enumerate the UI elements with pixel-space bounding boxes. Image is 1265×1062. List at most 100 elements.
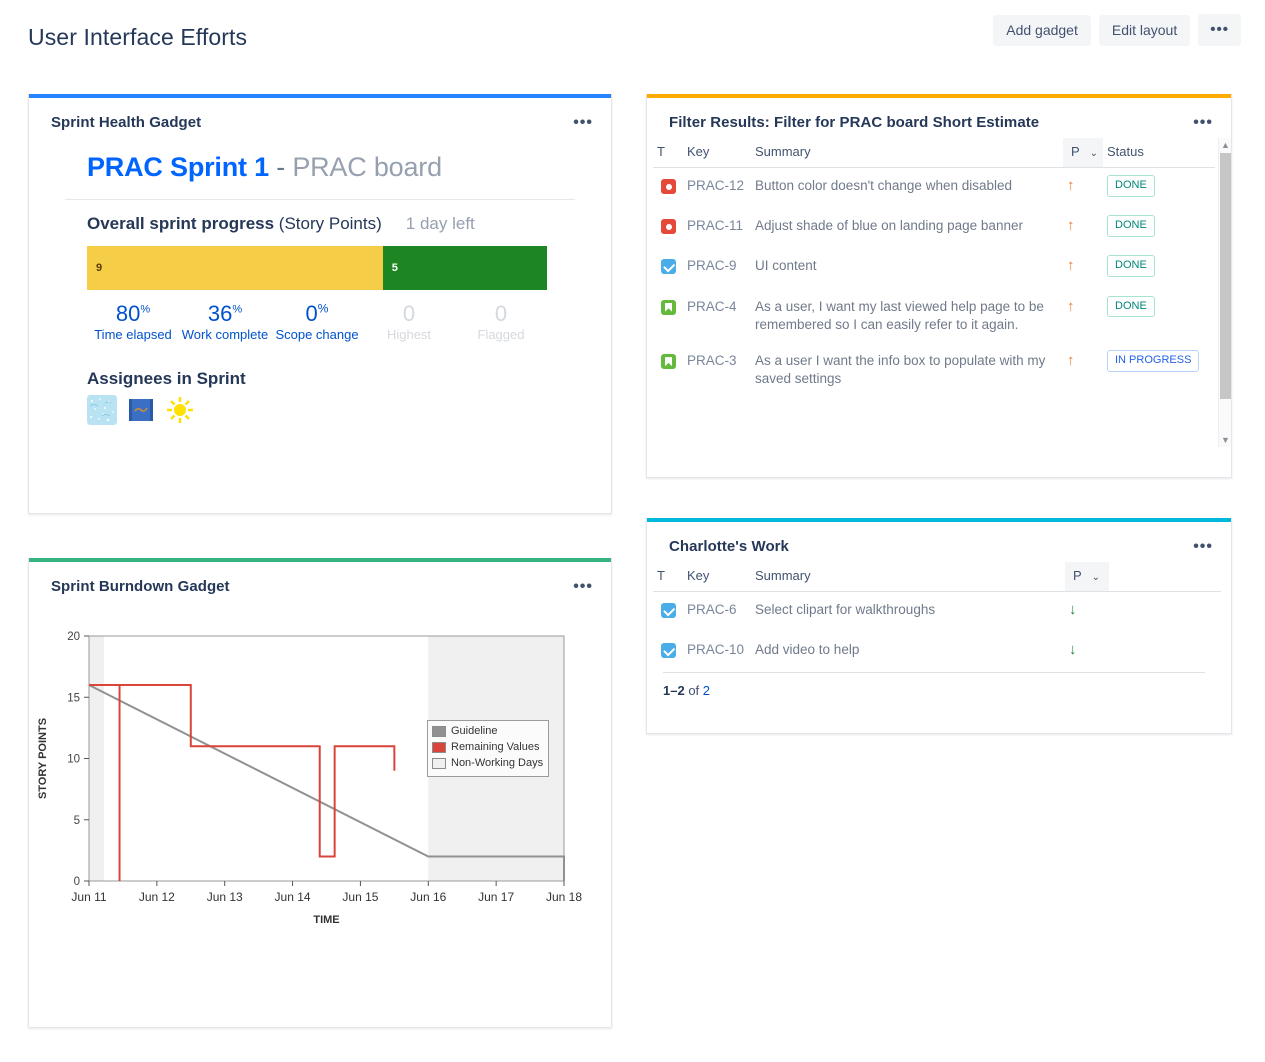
sprint-name-link[interactable]: PRAC Sprint 1 [87, 152, 269, 182]
dashboard-more-menu-button[interactable]: ••• [1198, 14, 1241, 46]
issue-summary-link[interactable]: As a user I want the info box to populat… [751, 343, 1063, 397]
issue-key-link[interactable]: PRAC-4 [683, 289, 751, 343]
svg-text:20: 20 [67, 631, 80, 643]
bug-icon [661, 179, 676, 194]
sprint-heading: PRAC Sprint 1 - PRAC board [65, 146, 575, 199]
task-icon [661, 643, 676, 659]
svg-text:5: 5 [74, 815, 80, 827]
divider [65, 199, 575, 200]
column-header-priority[interactable]: P ⌄ [1065, 562, 1109, 592]
filter-results-gadget: Filter Results: Filter for PRAC board Sh… [646, 94, 1232, 478]
column-header-summary[interactable]: Summary [751, 562, 1065, 592]
table-row[interactable]: PRAC-12 Button color doesn't change when … [653, 168, 1215, 209]
table-row[interactable]: PRAC-11 Adjust shade of blue on landing p… [653, 208, 1215, 248]
issue-type-cell [653, 592, 683, 633]
column-header-type[interactable]: T [653, 562, 683, 592]
issue-key-link[interactable]: PRAC-3 [683, 343, 751, 397]
gadget-menu-button[interactable]: ••• [569, 577, 597, 597]
legend-swatch [432, 758, 446, 770]
progress-bar-remaining: 9 [87, 246, 383, 290]
issue-status-cell: IN PROGRESS [1103, 343, 1215, 397]
issue-key-link[interactable]: PRAC-6 [683, 592, 751, 633]
issue-summary-link[interactable]: As a user, I want my last viewed help pa… [751, 289, 1063, 343]
scroll-up-icon[interactable]: ▲ [1219, 138, 1232, 152]
table-row[interactable]: PRAC-3 As a user I want the info box to p… [653, 343, 1215, 397]
svg-text:Jun 15: Jun 15 [342, 890, 378, 904]
sprint-stat-label: Time elapsed [94, 327, 172, 343]
sprint-progress-header: Overall sprint progress (Story Points) 1… [65, 214, 575, 234]
story-icon [661, 354, 676, 370]
issue-priority-cell: ↑ [1063, 343, 1103, 397]
issue-key-link[interactable]: PRAC-9 [683, 248, 751, 288]
svg-text:TIME: TIME [313, 914, 339, 926]
avatar-blue-texture[interactable] [87, 395, 117, 426]
issue-status-cell: DONE [1103, 208, 1215, 248]
edit-layout-button[interactable]: Edit layout [1098, 14, 1191, 46]
chart-legend: Guideline Remaining Values Non-Working Day… [427, 720, 550, 777]
column-header-spacer [1109, 562, 1221, 592]
column-header-key[interactable]: Key [683, 562, 751, 592]
task-icon [661, 259, 676, 275]
gadget-menu-button[interactable]: ••• [1189, 537, 1217, 557]
gadget-header: Filter Results: Filter for PRAC board Sh… [647, 98, 1231, 138]
filter-results-table-wrap: T Key Summary P ⌄ Status PRAC-12 Button co… [647, 138, 1231, 447]
priority-high-arrow-icon: ↑ [1067, 217, 1075, 235]
gadget-header: Charlotte's Work ••• [647, 522, 1231, 562]
scrollbar-thumb[interactable] [1220, 153, 1231, 399]
legend-swatch [432, 742, 446, 754]
priority-low-arrow-icon: ↓ [1069, 641, 1077, 659]
filter-results-scroll-area[interactable]: T Key Summary P ⌄ Status PRAC-12 Button co… [653, 138, 1215, 447]
issue-summary-link[interactable]: Button color doesn't change when disable… [751, 168, 1063, 209]
status-badge: DONE [1107, 215, 1155, 237]
sprint-stat-flagged: 0 Flagged [455, 301, 547, 343]
column-header-status[interactable]: Status [1103, 138, 1215, 168]
avatar-yellow-sun[interactable] [165, 395, 195, 426]
priority-high-arrow-icon: ↑ [1067, 257, 1075, 275]
board-name: PRAC board [292, 152, 442, 182]
issue-priority-cell: ↑ [1063, 248, 1103, 288]
charlottes-work-table: T Key Summary P ⌄ PRAC-6 Select clipart fo… [653, 562, 1221, 672]
filter-results-table: T Key Summary P ⌄ Status PRAC-12 Button co… [653, 138, 1215, 398]
gadget-header: Sprint Health Gadget ••• [29, 98, 611, 138]
column-header-priority-label: P [1071, 144, 1080, 159]
status-badge: DONE [1107, 295, 1155, 318]
sprint-stat-value: 0 [402, 301, 416, 326]
issue-type-cell [653, 248, 683, 288]
table-row[interactable]: PRAC-4 As a user, I want my last viewed h… [653, 289, 1215, 343]
progress-label-light: (Story Points) [274, 214, 382, 233]
issue-spacer-cell [1109, 632, 1221, 672]
issue-key-link[interactable]: PRAC-11 [683, 208, 751, 248]
issue-summary-link[interactable]: UI content [751, 248, 1063, 288]
issue-spacer-cell [1109, 592, 1221, 633]
issue-key-link[interactable]: PRAC-10 [683, 632, 751, 672]
issue-summary-link[interactable]: Add video to help [751, 632, 1065, 672]
sprint-stat-label: Work complete [181, 327, 269, 343]
avatar-blue-scroll[interactable] [126, 395, 156, 426]
sprint-stats: 80% Time elapsed 36% Work complete 0% Scope c… [87, 301, 547, 343]
status-badge: DONE [1107, 175, 1155, 197]
column-header-type[interactable]: T [653, 138, 683, 168]
gadget-menu-button[interactable]: ••• [1189, 113, 1217, 133]
progress-bar-done: 5 [382, 246, 547, 290]
status-badge: DONE [1107, 255, 1155, 278]
gadget-menu-button[interactable]: ••• [569, 113, 597, 133]
issue-summary-link[interactable]: Select clipart for walkthroughs [751, 592, 1065, 633]
priority-high-arrow-icon: ↑ [1067, 297, 1075, 315]
table-row[interactable]: PRAC-10 Add video to help ↓ [653, 632, 1221, 672]
charlottes-work-table-wrap: T Key Summary P ⌄ PRAC-6 Select clipart fo… [647, 562, 1231, 698]
issue-priority-cell: ↓ [1065, 632, 1109, 672]
svg-text:15: 15 [67, 692, 80, 704]
issue-type-cell [653, 343, 683, 397]
issue-key-link[interactable]: PRAC-12 [683, 168, 751, 209]
table-row[interactable]: PRAC-9 UI content ↑ DONE [653, 248, 1215, 288]
vertical-scrollbar[interactable]: ▲ ▼ [1218, 138, 1231, 447]
column-header-key[interactable]: Key [683, 138, 751, 168]
sprint-health-body: PRAC Sprint 1 - PRAC board Overall sprin… [29, 138, 611, 426]
table-row[interactable]: PRAC-6 Select clipart for walkthroughs ↓ [653, 592, 1221, 633]
scroll-down-icon[interactable]: ▼ [1219, 433, 1232, 447]
column-header-summary[interactable]: Summary [751, 138, 1063, 168]
issue-summary-link[interactable]: Adjust shade of blue on landing page ban… [751, 208, 1063, 248]
issue-type-cell [653, 289, 683, 343]
add-gadget-button[interactable]: Add gadget [993, 14, 1091, 46]
column-header-priority[interactable]: P ⌄ [1063, 138, 1103, 168]
